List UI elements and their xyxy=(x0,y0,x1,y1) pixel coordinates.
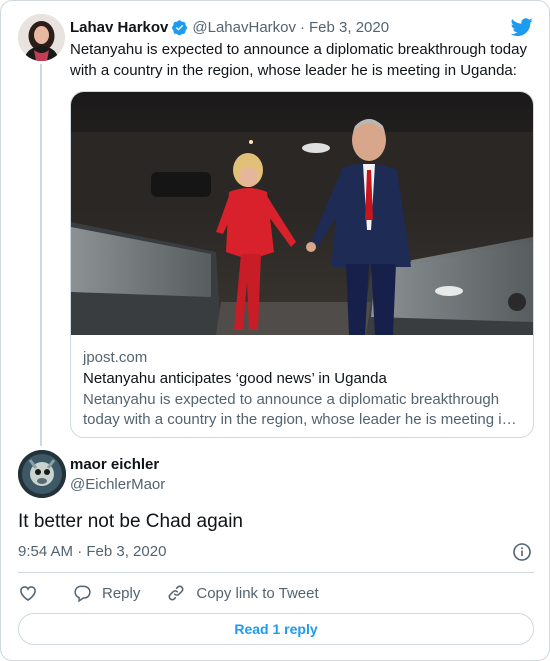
separator-dot: · xyxy=(300,18,305,36)
thread-line xyxy=(40,64,42,446)
reply-timestamp[interactable]: 9:54 AM · Feb 3, 2020 xyxy=(18,543,166,560)
quoted-handle[interactable]: @LahavHarkov xyxy=(192,19,296,36)
reply-handle[interactable]: @EichlerMaor xyxy=(70,476,165,493)
verified-badge-icon xyxy=(171,19,188,36)
maor-eichler-avatar[interactable] xyxy=(18,450,66,498)
speech-bubble-icon xyxy=(74,585,91,603)
quoted-tweet-header: Lahav Harkov @LahavHarkov · Feb 3, 2020 xyxy=(70,17,389,37)
tweet-actions: Reply Copy link to Tweet xyxy=(18,581,319,605)
link-icon xyxy=(168,585,184,601)
quoted-tweet-text: Netanyahu is expected to announce a dipl… xyxy=(70,41,527,79)
copy-link-label: Copy link to Tweet xyxy=(196,584,319,602)
quoted-author-name[interactable]: Lahav Harkov xyxy=(70,19,168,36)
link-description-line1: Netanyahu is expected to announce a dipl… xyxy=(83,391,500,408)
link-preview-card[interactable]: jpost.com Netanyahu anticipates ‘good ne… xyxy=(70,91,534,438)
heart-icon xyxy=(20,586,36,602)
reply-tweet-text: It better not be Chad again xyxy=(18,511,243,532)
link-title: Netanyahu anticipates ‘good news’ in Uga… xyxy=(83,370,387,387)
link-description: Netanyahu is expected to announce a dipl… xyxy=(83,390,523,430)
tweet-embed-card: Lahav Harkov @LahavHarkov · Feb 3, 2020 … xyxy=(0,0,550,661)
reply-author-name[interactable]: maor eichler xyxy=(70,456,159,473)
quoted-date[interactable]: Feb 3, 2020 xyxy=(309,19,389,36)
link-preview-meta: jpost.com Netanyahu anticipates ‘good ne… xyxy=(83,348,523,430)
reply-label: Reply xyxy=(102,584,141,602)
link-description-line2: today with a country in the region, whos… xyxy=(83,411,517,428)
divider xyxy=(18,572,534,573)
reply-button[interactable]: Reply xyxy=(72,583,140,603)
read-replies-button[interactable]: Read 1 reply xyxy=(18,613,534,645)
like-button[interactable] xyxy=(18,583,38,603)
link-preview-image xyxy=(71,92,533,335)
lahav-harkov-avatar[interactable] xyxy=(18,14,65,61)
twitter-bird-icon[interactable] xyxy=(510,16,534,38)
info-icon[interactable] xyxy=(512,542,532,562)
link-domain: jpost.com xyxy=(83,349,148,366)
copy-link-button[interactable]: Copy link to Tweet xyxy=(166,583,319,603)
